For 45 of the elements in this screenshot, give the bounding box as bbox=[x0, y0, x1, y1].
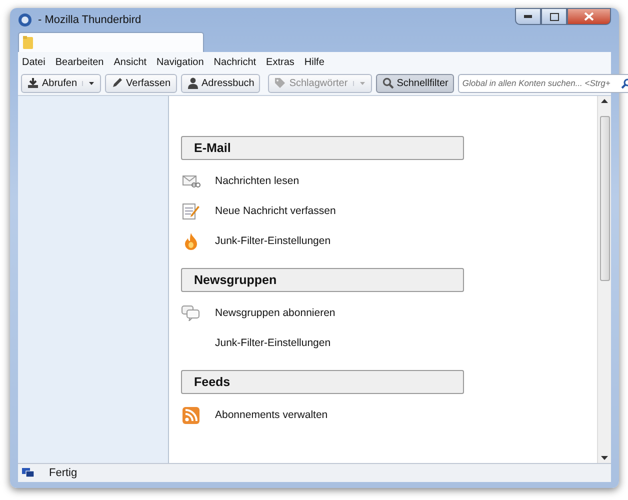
window-title: - Mozilla Thunderbird bbox=[38, 14, 142, 26]
folder-icon bbox=[23, 36, 33, 49]
section-header: E-Mail bbox=[181, 136, 464, 160]
toolbar-button[interactable]: Verfassen bbox=[105, 74, 177, 92]
menu-item[interactable]: Ansicht bbox=[114, 56, 147, 68]
rss-icon bbox=[181, 406, 201, 424]
menu-item[interactable]: Hilfe bbox=[304, 56, 324, 68]
envelope-icon bbox=[181, 174, 201, 188]
maximize-button[interactable] bbox=[541, 8, 567, 25]
section-header: Feeds bbox=[181, 370, 464, 394]
tab[interactable] bbox=[18, 32, 204, 52]
link[interactable]: Abonnements verwalten bbox=[215, 409, 328, 421]
pencil-icon bbox=[111, 77, 124, 89]
caret-icon bbox=[352, 80, 366, 86]
link[interactable]: Nachrichten lesen bbox=[215, 175, 300, 187]
scrollbar[interactable] bbox=[597, 96, 611, 463]
link[interactable]: Junk-Filter-Einstellungen bbox=[215, 337, 331, 349]
minimize-icon bbox=[524, 15, 532, 18]
caret-icon bbox=[82, 80, 96, 86]
search-field[interactable]: Global in allen Konten suchen... <Strg+ bbox=[458, 74, 628, 92]
menu-item[interactable]: Bearbeiten bbox=[55, 56, 104, 68]
section-header: Newsgruppen bbox=[181, 268, 464, 292]
menu-item[interactable]: Datei bbox=[22, 56, 46, 68]
tag-icon bbox=[274, 77, 286, 89]
download-icon bbox=[27, 77, 39, 89]
toolbar-button[interactable]: Abrufen bbox=[21, 74, 102, 92]
close-button[interactable] bbox=[567, 8, 611, 25]
speech-bubbles-icon bbox=[181, 305, 201, 321]
app-icon bbox=[18, 13, 32, 27]
link[interactable]: Neue Nachricht verfassen bbox=[215, 205, 336, 217]
maximize-icon bbox=[550, 12, 558, 20]
minimize-button[interactable] bbox=[515, 8, 541, 25]
search-icon bbox=[382, 77, 394, 89]
close-icon bbox=[584, 12, 594, 21]
link[interactable]: Newsgruppen abonnieren bbox=[215, 307, 336, 319]
menu-item[interactable]: Extras bbox=[266, 56, 294, 68]
person-icon bbox=[186, 77, 199, 89]
link[interactable]: Junk-Filter-Einstellungen bbox=[215, 235, 331, 247]
menu-item[interactable]: Navigation bbox=[156, 56, 204, 68]
monitors-icon bbox=[22, 468, 35, 478]
toolbar-button[interactable]: Adressbuch bbox=[180, 74, 260, 92]
notepad-icon bbox=[181, 202, 201, 220]
toolbar-button[interactable]: Schnellfilter bbox=[376, 74, 454, 92]
status-text: Fertig bbox=[49, 467, 78, 479]
menu-item[interactable]: Nachricht bbox=[214, 56, 256, 68]
